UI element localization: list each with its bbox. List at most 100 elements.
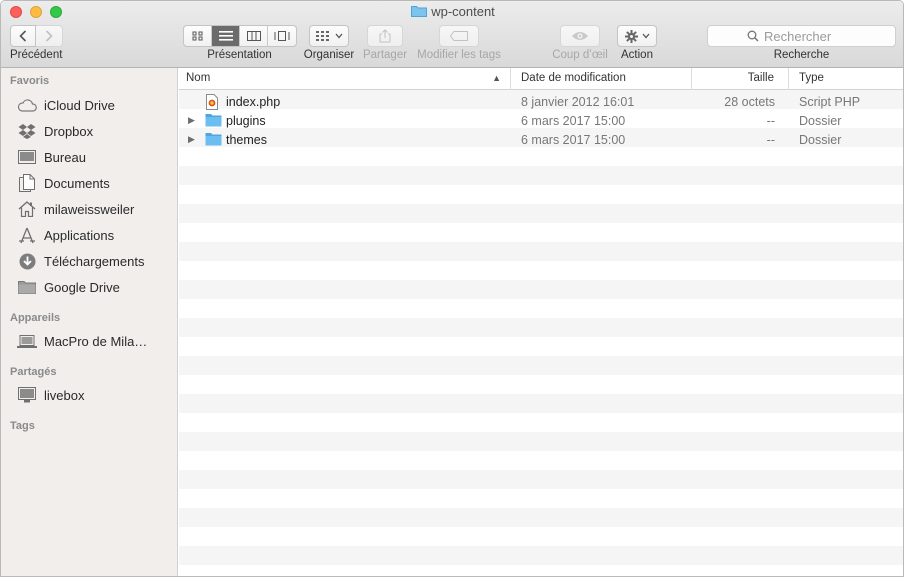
column-header-size-label: Taille	[747, 72, 774, 84]
file-list: Nom ▲ Date de modification Taille Type i…	[179, 68, 903, 576]
file-name: index.php	[226, 95, 281, 109]
sidebar-item-livebox[interactable]: livebox	[17, 384, 175, 406]
file-date: 6 mars 2017 15:00	[521, 133, 626, 147]
arrange-button[interactable]	[309, 25, 349, 47]
arrange-label: Organiser	[303, 49, 355, 61]
edit-tags-button[interactable]	[439, 25, 479, 47]
gear-icon	[624, 29, 638, 43]
cloud-icon	[17, 96, 37, 114]
disclosure-triangle-icon[interactable]: ▶	[188, 115, 195, 126]
coverflow-icon	[274, 31, 290, 41]
file-row[interactable]: index.php 8 janvier 2012 16:01 28 octets…	[179, 93, 903, 113]
dropbox-icon	[17, 122, 37, 140]
quicklook-button[interactable]	[560, 25, 600, 47]
share-icon	[379, 29, 391, 43]
php-file-icon	[205, 94, 219, 113]
sidebar-item-downloads[interactable]: Téléchargements	[17, 250, 175, 272]
edit-tags-label: Modifier les tags	[417, 49, 501, 61]
file-size: 28 octets	[724, 95, 775, 109]
chevron-right-icon	[45, 30, 53, 42]
quicklook-label: Coup d’œil	[552, 49, 608, 61]
sidebar-item-label: milaweissweiler	[44, 201, 135, 217]
column-headers: Nom ▲ Date de modification Taille Type	[179, 68, 903, 90]
list-icon	[218, 31, 233, 41]
tag-icon	[450, 31, 468, 41]
grid-icon	[192, 31, 202, 41]
sidebar-item-home[interactable]: milaweissweiler	[17, 198, 175, 220]
forward-button[interactable]	[36, 25, 63, 47]
file-name: themes	[226, 133, 267, 147]
chevron-down-icon	[642, 33, 649, 39]
window-title: wp-content	[1, 4, 903, 19]
folder-icon	[205, 132, 222, 149]
coverflow-view-button[interactable]	[268, 26, 296, 46]
sidebar-item-label: iCloud Drive	[44, 97, 115, 113]
sidebar-item-documents[interactable]: Documents	[17, 172, 175, 194]
sidebar-item-bureau[interactable]: Bureau	[17, 146, 175, 168]
sidebar-item-applications[interactable]: Applications	[17, 224, 175, 246]
search-icon	[747, 30, 759, 42]
sidebar-section-tags: Tags	[10, 420, 35, 432]
sidebar-item-label: Bureau	[44, 149, 86, 165]
desktop-icon	[17, 148, 37, 166]
sidebar-section-favorites: Favoris	[10, 75, 50, 87]
documents-icon	[17, 174, 37, 192]
view-label: Présentation	[207, 49, 272, 61]
column-header-type-label: Type	[799, 72, 824, 84]
disclosure-triangle-icon[interactable]: ▶	[188, 134, 195, 145]
action-label: Action	[621, 49, 653, 61]
sort-ascending-icon: ▲	[492, 73, 501, 83]
column-header-name-label: Nom	[186, 72, 211, 84]
file-size: --	[766, 114, 775, 128]
file-name: plugins	[226, 114, 266, 128]
back-button[interactable]	[10, 25, 36, 47]
column-view-button[interactable]	[240, 26, 268, 46]
file-date: 6 mars 2017 15:00	[521, 114, 626, 128]
sidebar-item-macpro[interactable]: MacPro de Mila…	[17, 330, 175, 352]
toolbar: wp-content Précédent Présentation Organi…	[1, 1, 903, 68]
folder-icon	[205, 113, 222, 130]
sidebar-item-label: Documents	[44, 175, 110, 191]
folder-icon	[411, 6, 428, 17]
finder-window: wp-content Précédent Présentation Organi…	[0, 0, 904, 577]
share-button[interactable]	[367, 25, 403, 47]
column-header-date-label: Date de modification	[521, 72, 626, 84]
folder-icon	[17, 278, 37, 296]
file-type: Script PHP	[799, 95, 861, 109]
search-input[interactable]	[764, 28, 856, 44]
sidebar-item-google-drive[interactable]: Google Drive	[17, 276, 175, 298]
arrange-grid-icon	[315, 31, 329, 41]
column-header-type[interactable]: Type	[789, 68, 903, 90]
home-icon	[17, 200, 37, 218]
file-type: Dossier	[799, 114, 842, 128]
applications-icon	[17, 226, 37, 244]
chevron-down-icon	[335, 33, 342, 39]
eye-icon	[572, 32, 588, 40]
list-view-button[interactable]	[212, 26, 240, 46]
search-field[interactable]	[707, 25, 896, 47]
file-type: Dossier	[799, 133, 842, 147]
window-title-text: wp-content	[431, 4, 495, 19]
view-mode-segment	[183, 25, 297, 47]
file-date: 8 janvier 2012 16:01	[521, 95, 635, 109]
icon-view-button[interactable]	[184, 26, 212, 46]
column-header-date[interactable]: Date de modification	[511, 68, 692, 90]
sidebar-item-label: Téléchargements	[44, 253, 145, 269]
sidebar-item-label: MacPro de Mila…	[44, 333, 148, 349]
action-button[interactable]	[617, 25, 657, 47]
back-label: Précédent	[10, 49, 63, 61]
sidebar-item-icloud-drive[interactable]: iCloud Drive	[17, 94, 175, 116]
sidebar-item-label: Dropbox	[44, 123, 94, 139]
file-row[interactable]: ▶ themes 6 mars 2017 15:00 -- Dossier	[179, 131, 903, 150]
chevron-left-icon	[19, 30, 27, 42]
sidebar-item-label: livebox	[44, 387, 85, 403]
file-row[interactable]: ▶ plugins 6 mars 2017 15:00 -- Dossier	[179, 112, 903, 131]
sidebar: Favoris iCloud Drive Dropbox Bureau Docu…	[1, 68, 178, 576]
file-rows: index.php 8 janvier 2012 16:01 28 octets…	[179, 90, 903, 576]
columns-icon	[246, 31, 261, 41]
sidebar-item-dropbox[interactable]: Dropbox	[17, 120, 175, 142]
laptop-icon	[17, 332, 37, 350]
column-header-name[interactable]: Nom ▲	[179, 68, 511, 90]
column-header-size[interactable]: Taille	[692, 68, 789, 90]
monitor-icon	[17, 386, 37, 404]
